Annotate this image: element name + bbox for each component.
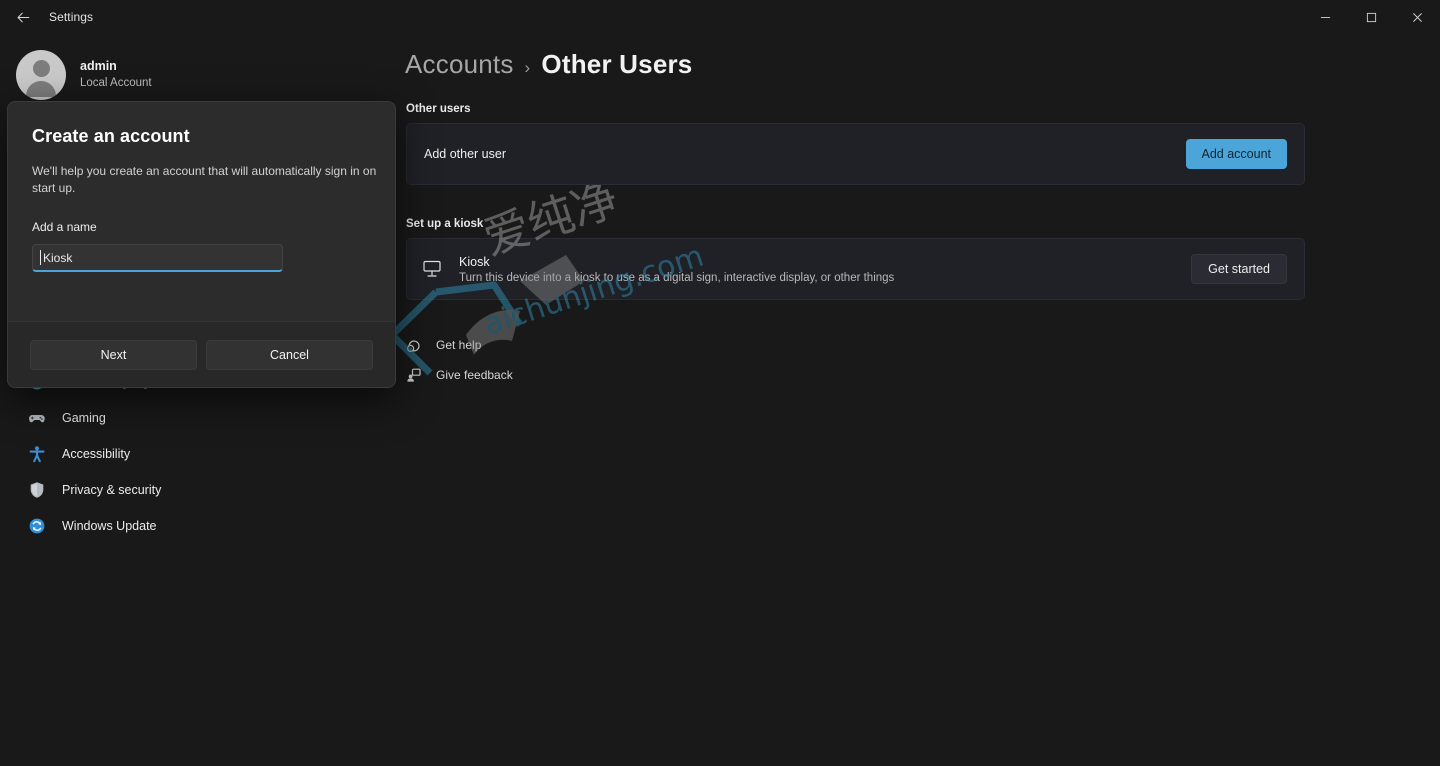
text-caret: [40, 250, 41, 265]
account-summary[interactable]: admin Local Account: [16, 50, 152, 100]
name-input-value: Kiosk: [43, 250, 73, 265]
give-feedback-label: Give feedback: [436, 368, 513, 382]
kiosk-description: Turn this device into a kiosk to use as …: [459, 271, 895, 284]
name-field-label: Add a name: [32, 220, 97, 234]
account-type: Local Account: [80, 77, 152, 89]
sidebar-item-windows-update[interactable]: Windows Update: [8, 508, 390, 544]
window-title: Settings: [49, 10, 94, 24]
name-input[interactable]: Kiosk: [32, 244, 283, 272]
maximize-icon: [1366, 12, 1376, 22]
sidebar-item-privacy-security[interactable]: Privacy & security: [8, 472, 390, 508]
minimize-button[interactable]: [1302, 0, 1348, 34]
account-name: admin: [80, 59, 117, 73]
dialog-title: Create an account: [32, 126, 190, 146]
avatar-body: [26, 81, 56, 97]
sidebar-item-label: Privacy & security: [62, 483, 162, 497]
shield-icon: [30, 482, 44, 498]
section-label-other-users: Other users: [406, 103, 471, 115]
sidebar-item-label: Windows Update: [62, 519, 157, 533]
close-button[interactable]: [1394, 0, 1440, 34]
breadcrumb-separator-icon: ›: [524, 58, 531, 77]
update-icon: [29, 518, 45, 534]
dialog-footer: Next Cancel: [8, 321, 395, 387]
window-controls: [1302, 0, 1440, 34]
help-icon: ?: [406, 340, 420, 352]
avatar: [16, 50, 66, 100]
sidebar-item-label: Accessibility: [62, 447, 131, 461]
sidebar-item-gaming[interactable]: Gaming: [8, 400, 390, 436]
sidebar-item-accessibility[interactable]: Accessibility: [8, 436, 390, 472]
svg-text:?: ?: [409, 346, 412, 351]
add-account-button[interactable]: Add account: [1185, 139, 1287, 169]
cancel-button[interactable]: Cancel: [206, 339, 373, 370]
get-help-label: Get help: [436, 338, 482, 352]
avatar-head: [32, 60, 50, 77]
add-other-user-label: Add other user: [424, 147, 506, 161]
kiosk-card: Kiosk Turn this device into a kiosk to u…: [406, 238, 1305, 300]
page-title: Other Users: [541, 49, 693, 79]
back-arrow-icon: [16, 11, 29, 23]
accessibility-icon: [29, 446, 45, 463]
kiosk-display-icon: [423, 260, 441, 277]
kiosk-get-started-button[interactable]: Get started: [1191, 254, 1287, 284]
sidebar-nav: Time & language Gaming Accessibility: [0, 364, 400, 544]
sidebar-item-label: Gaming: [62, 411, 106, 425]
dialog-body: Create an account We'll help you create …: [8, 102, 395, 323]
section-label-kiosk: Set up a kiosk: [406, 218, 484, 230]
get-help-link[interactable]: ? Get help: [406, 330, 513, 360]
footer-links: ? Get help Give feedback: [406, 330, 513, 390]
add-other-user-card: Add other user Add account: [406, 123, 1305, 185]
maximize-button[interactable]: [1348, 0, 1394, 34]
breadcrumb-accounts[interactable]: Accounts: [405, 49, 514, 80]
main-content: Accounts › Other Users Other users Add o…: [400, 34, 1440, 766]
settings-window: Settings admin Local Account Gaming Acce…: [0, 0, 1440, 766]
minimize-icon: [1320, 16, 1330, 18]
next-button[interactable]: Next: [30, 339, 197, 370]
dialog-description: We'll help you create an account that wi…: [32, 164, 377, 195]
feedback-icon: [407, 368, 421, 382]
give-feedback-link[interactable]: Give feedback: [406, 360, 513, 390]
close-icon: [1412, 12, 1422, 22]
title-bar: Settings: [0, 0, 1440, 34]
gamepad-icon: [29, 414, 45, 423]
back-button[interactable]: [6, 0, 40, 34]
kiosk-title: Kiosk: [459, 254, 490, 269]
create-account-dialog: Create an account We'll help you create …: [7, 101, 396, 388]
breadcrumb: Accounts › Other Users: [405, 49, 692, 80]
